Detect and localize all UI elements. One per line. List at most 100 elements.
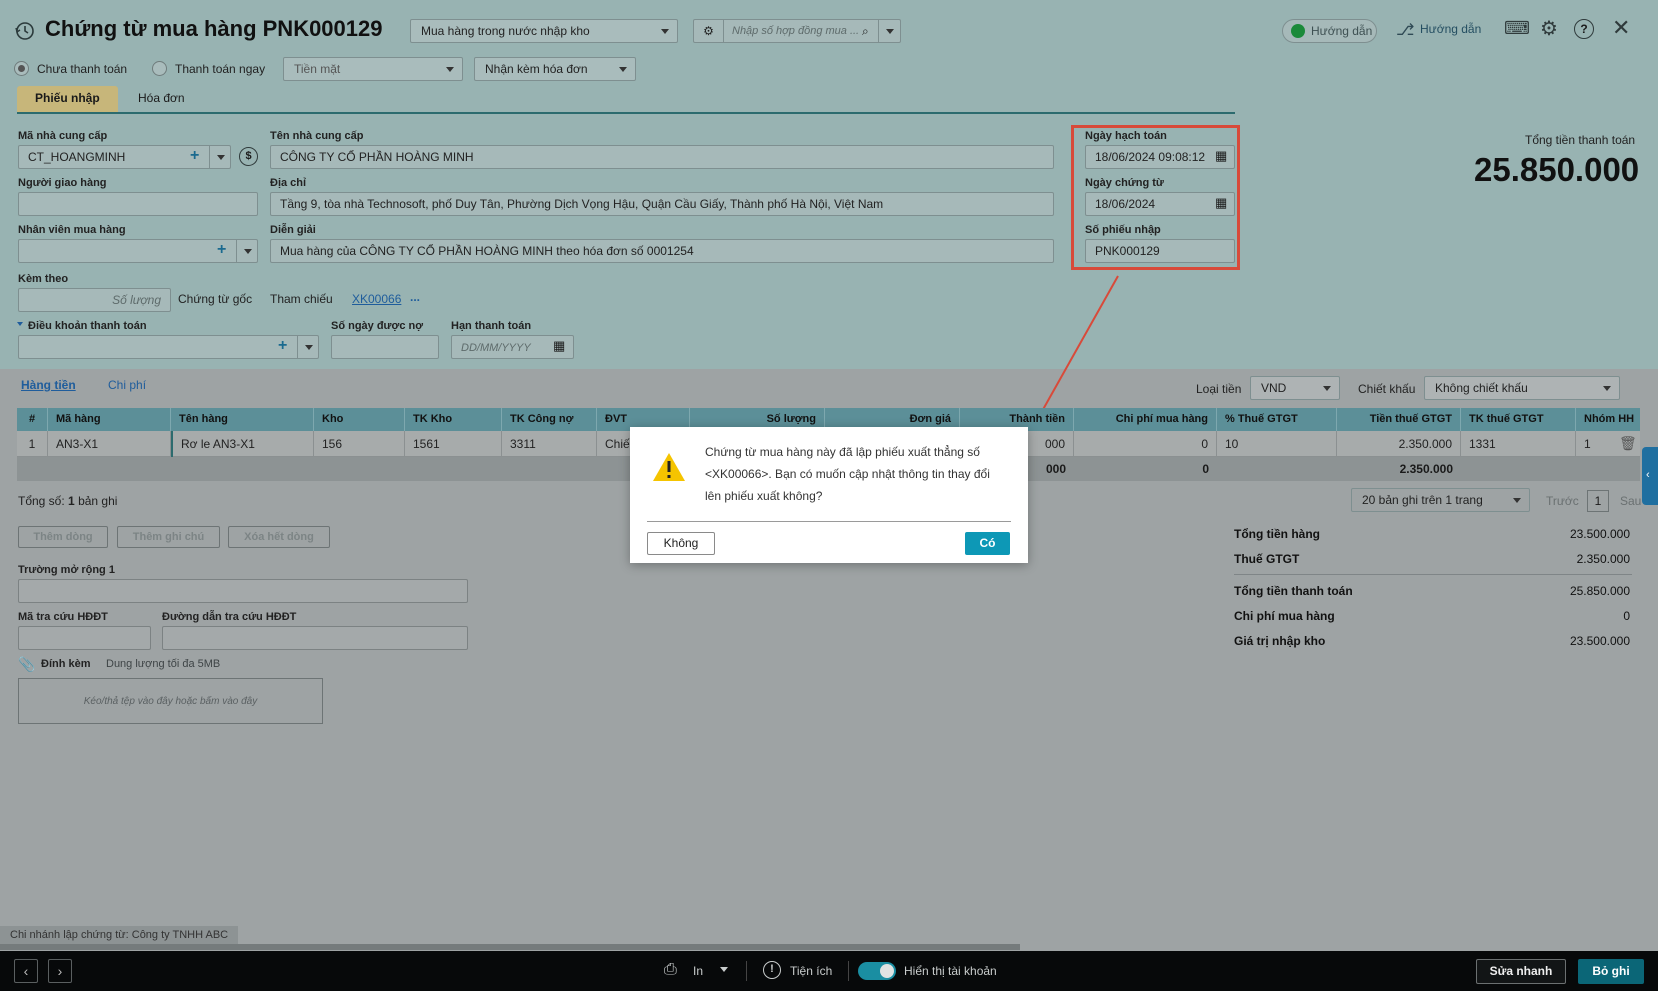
print-button[interactable]: In xyxy=(693,964,703,978)
discount-value: Không chiết khấu xyxy=(1435,381,1528,395)
tab-underline xyxy=(17,112,1235,114)
col-vat-amount: Tiền thuế GTGT xyxy=(1337,408,1461,431)
file-drop-zone[interactable]: Kéo/thả tệp vào đây hoặc bấm vào đây xyxy=(18,678,323,724)
cell-group[interactable]: 1 xyxy=(1576,431,1616,457)
close-icon[interactable]: ✕ xyxy=(1612,15,1630,41)
help-icon[interactable]: ? xyxy=(1574,19,1594,39)
dollar-icon[interactable]: $ xyxy=(239,147,258,166)
attachment-limit: Dung lượng tối đa 5MB xyxy=(106,658,221,670)
utilities-button[interactable]: Tiện ích xyxy=(790,964,832,978)
discount-select[interactable]: Không chiết khấu xyxy=(1424,376,1620,400)
contract-dropdown[interactable] xyxy=(878,20,900,42)
prev-page[interactable]: Trước xyxy=(1546,494,1579,508)
col-name: Tên hàng xyxy=(171,408,314,431)
page-size-select[interactable]: 20 bản ghi trên 1 trang xyxy=(1351,488,1530,512)
tab-invoice[interactable]: Hóa đơn xyxy=(122,86,201,112)
currency-select[interactable]: VND xyxy=(1250,376,1340,400)
address-input[interactable]: Tầng 9, tòa nhà Technosoft, phố Duy Tân,… xyxy=(270,192,1054,216)
supplier-name-input[interactable]: CÔNG TY CỔ PHẦN HOÀNG MINH xyxy=(270,145,1054,169)
col-purchase-cost: Chi phí mua hàng xyxy=(1074,408,1217,431)
desc-input[interactable]: Mua hàng của CÔNG TY CỔ PHẦN HOÀNG MINH … xyxy=(270,239,1054,263)
cell-warehouse[interactable]: 156 xyxy=(314,431,405,457)
purchase-type-select[interactable]: Mua hàng trong nước nhập kho xyxy=(410,19,678,43)
col-payable-account: TK Công nợ xyxy=(502,408,597,431)
invoice-option-select[interactable]: Nhận kèm hóa đơn xyxy=(474,57,636,81)
cell-purchase-cost[interactable]: 0 xyxy=(1074,431,1217,457)
add-supplier-icon[interactable]: + xyxy=(190,147,199,165)
settings-icon[interactable]: ⚙ xyxy=(1540,16,1558,41)
currency-value: VND xyxy=(1261,381,1287,395)
buyer-dropdown[interactable] xyxy=(236,239,258,263)
cell-name[interactable]: Rơ le AN3-X1 xyxy=(171,431,314,457)
search-icon[interactable]: ⌕ xyxy=(862,20,869,42)
history-icon[interactable] xyxy=(14,20,36,42)
no-button[interactable]: Không xyxy=(647,532,715,555)
col-warehouse: Kho xyxy=(314,408,405,431)
payment-method-select[interactable]: Tiền mặt xyxy=(283,57,463,81)
keyboard-icon[interactable]: ⌨ xyxy=(1504,18,1530,39)
yes-button[interactable]: Có xyxy=(965,532,1010,555)
add-terms-icon[interactable]: + xyxy=(278,337,287,355)
terms-input[interactable] xyxy=(18,335,319,359)
form-top-area xyxy=(0,0,1658,369)
record-prefix: Tổng số: xyxy=(18,494,65,508)
horizontal-scrollbar[interactable] xyxy=(0,944,1020,950)
side-panel-toggle[interactable]: ‹ xyxy=(1642,447,1658,505)
summary-vat-label: Thuế GTGT xyxy=(1234,552,1300,566)
gear-icon[interactable]: ⚙ xyxy=(694,20,724,42)
trash-icon[interactable]: 🗑 xyxy=(1619,435,1637,452)
address-label: Địa chỉ xyxy=(270,177,307,189)
cell-vat-account[interactable]: 1331 xyxy=(1461,431,1576,457)
next-record-button[interactable]: › xyxy=(48,959,72,983)
ref-more[interactable]: ... xyxy=(410,290,420,304)
printer-icon[interactable]: ⎙ xyxy=(664,961,677,979)
col-index: # xyxy=(17,408,48,431)
supplier-dropdown[interactable] xyxy=(209,145,231,169)
lookup-code-input[interactable] xyxy=(18,626,151,650)
ext-field-label: Trường mở rộng 1 xyxy=(18,564,115,576)
guide-video-button[interactable]: Hướng dẫn xyxy=(1282,19,1377,43)
clear-rows-button[interactable]: Xóa hết dòng xyxy=(228,526,330,548)
unpaid-radio[interactable] xyxy=(14,61,29,76)
summary-stock-value: 23.500.000 xyxy=(1569,634,1630,648)
discard-button[interactable]: Bỏ ghi xyxy=(1578,959,1644,984)
deliverer-input[interactable] xyxy=(18,192,258,216)
days-input[interactable] xyxy=(331,335,439,359)
current-page[interactable]: 1 xyxy=(1587,490,1609,512)
tab-costs[interactable]: Chi phí xyxy=(108,378,146,392)
cell-vat-rate[interactable]: 10 xyxy=(1217,431,1337,457)
cell-vat-amount[interactable]: 2.350.000 xyxy=(1337,431,1461,457)
add-buyer-icon[interactable]: + xyxy=(217,241,226,259)
highlight-box xyxy=(1071,125,1240,270)
lookup-url-label: Đường dẫn tra cứu HĐĐT xyxy=(162,611,297,623)
print-dropdown[interactable] xyxy=(720,967,728,972)
guide-button[interactable]: Hướng dẫn xyxy=(1420,22,1481,36)
attach-qty-input[interactable]: Số lượng xyxy=(18,288,171,312)
quick-edit-button[interactable]: Sửa nhanh xyxy=(1476,959,1566,984)
cell-code[interactable]: AN3-X1 xyxy=(48,431,171,457)
summary-cost-label: Chi phí mua hàng xyxy=(1234,609,1335,623)
terms-dropdown[interactable] xyxy=(297,335,319,359)
prev-record-button[interactable]: ‹ xyxy=(14,959,38,983)
ref-link[interactable]: XK00066 xyxy=(352,292,401,306)
summary-total-label: Tổng tiền thanh toán xyxy=(1234,584,1353,598)
lookup-url-input[interactable] xyxy=(162,626,468,650)
show-accounts-toggle[interactable] xyxy=(858,962,896,980)
tab-receipt[interactable]: Phiếu nhập xyxy=(17,86,118,112)
flow-icon[interactable]: ⎇ xyxy=(1396,20,1414,40)
attach-label: Kèm theo xyxy=(18,273,69,285)
pay-now-radio[interactable] xyxy=(152,61,167,76)
info-icon[interactable]: ! xyxy=(763,961,781,979)
dialog-divider xyxy=(647,521,1011,522)
ext-field-input[interactable] xyxy=(18,579,468,603)
cell-payable-account[interactable]: 3311 xyxy=(502,431,597,457)
cell-stock-account[interactable]: 1561 xyxy=(405,431,502,457)
paperclip-icon: 📎 xyxy=(18,656,36,672)
calendar-icon[interactable]: ▦ xyxy=(553,338,565,354)
next-page[interactable]: Sau xyxy=(1620,494,1641,508)
contract-search-input[interactable]: Nhập số hợp đồng mua ... xyxy=(732,20,859,42)
collapse-icon[interactable] xyxy=(17,322,23,326)
add-row-button[interactable]: Thêm dòng xyxy=(18,526,108,548)
tab-goods[interactable]: Hàng tiền xyxy=(21,378,76,392)
add-note-button[interactable]: Thêm ghi chú xyxy=(117,526,220,548)
